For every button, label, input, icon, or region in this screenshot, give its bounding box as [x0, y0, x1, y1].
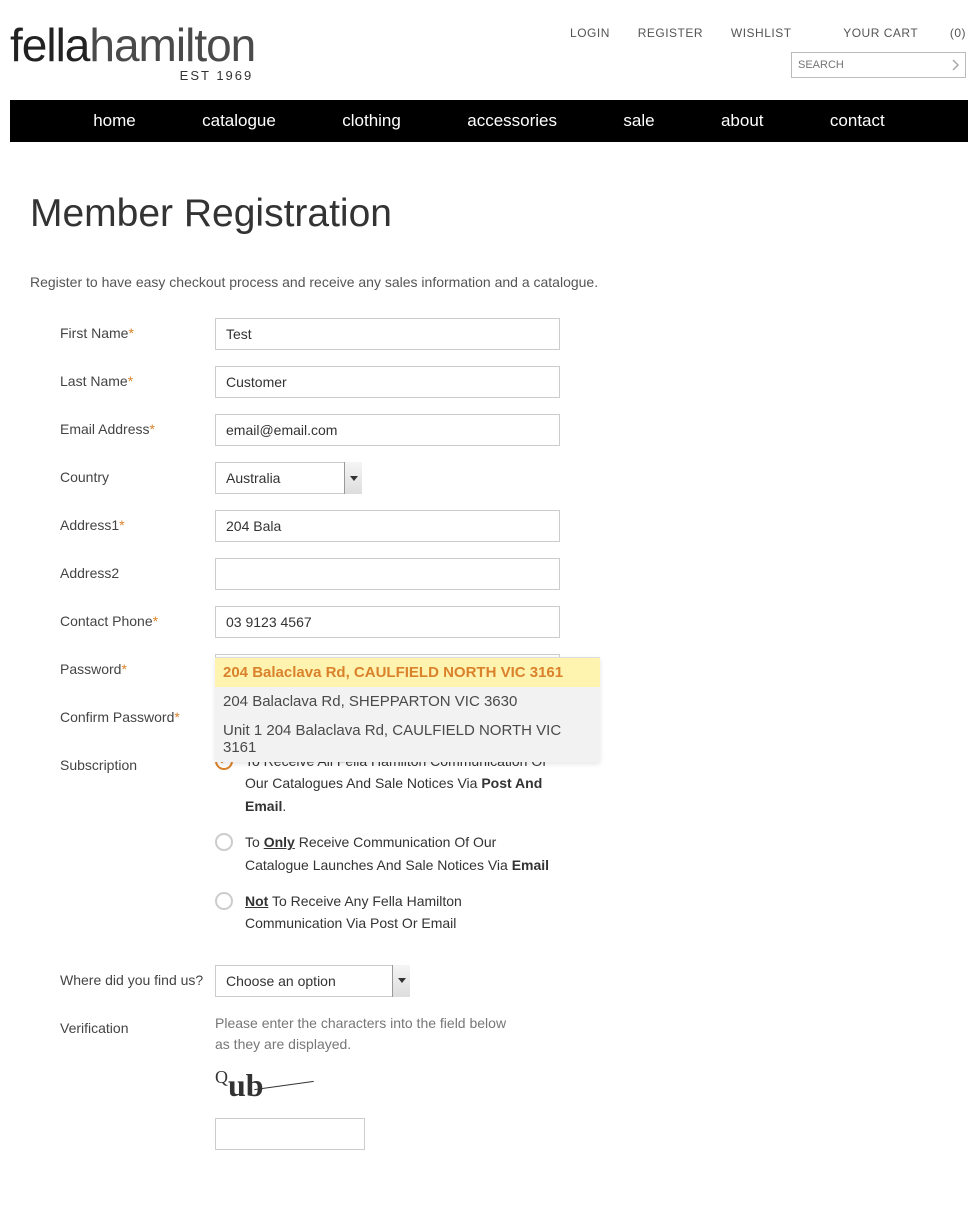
- phone-label: Contact Phone: [60, 613, 153, 629]
- logo-brand-light: hamilton: [89, 19, 255, 71]
- cart-count: (0): [950, 26, 966, 40]
- register-link[interactable]: REGISTER: [638, 26, 703, 40]
- verification-instructions: Please enter the characters into the fie…: [215, 1013, 515, 1055]
- address1-label: Address1: [60, 517, 119, 533]
- subscription-opt3-text: Not To Receive Any Fella Hamilton Commun…: [245, 890, 560, 935]
- last-name-label: Last Name: [60, 373, 128, 389]
- country-select[interactable]: Australia: [215, 462, 362, 494]
- main-content: Member Registration Register to have eas…: [0, 142, 978, 1206]
- autocomplete-item[interactable]: Unit 1 204 Balaclava Rd, CAULFIELD NORTH…: [215, 716, 600, 762]
- address-autocomplete-dropdown: 204 Balaclava Rd, CAULFIELD NORTH VIC 31…: [215, 657, 600, 762]
- nav-sale[interactable]: sale: [623, 111, 654, 131]
- autocomplete-item[interactable]: 204 Balaclava Rd, CAULFIELD NORTH VIC 31…: [215, 658, 600, 687]
- subscription-label: Subscription: [60, 757, 137, 773]
- captcha-input[interactable]: [215, 1118, 365, 1150]
- first-name-label: First Name: [60, 325, 128, 341]
- password-label: Password: [60, 661, 121, 677]
- nav-catalogue[interactable]: catalogue: [202, 111, 276, 131]
- top-links: LOGIN REGISTER WISHLIST YOUR CART (0): [546, 26, 966, 40]
- confirm-password-label: Confirm Password: [60, 709, 174, 725]
- logo[interactable]: fellahamilton EST 1969: [10, 18, 255, 83]
- subscription-radio-none[interactable]: [215, 892, 233, 910]
- first-name-input[interactable]: [215, 318, 560, 350]
- search-box: [791, 52, 966, 78]
- email-input[interactable]: [215, 414, 560, 446]
- login-link[interactable]: LOGIN: [570, 26, 610, 40]
- autocomplete-item[interactable]: 204 Balaclava Rd, SHEPPARTON VIC 3630: [215, 687, 600, 716]
- nav-clothing[interactable]: clothing: [342, 111, 401, 131]
- address2-label: Address2: [60, 565, 119, 581]
- logo-brand-bold: fella: [10, 19, 89, 71]
- last-name-input[interactable]: [215, 366, 560, 398]
- address2-input[interactable]: [215, 558, 560, 590]
- phone-input[interactable]: [215, 606, 560, 638]
- nav-accessories[interactable]: accessories: [467, 111, 557, 131]
- nav-about[interactable]: about: [721, 111, 764, 131]
- intro-text: Register to have easy checkout process a…: [30, 274, 948, 290]
- chevron-right-icon: [952, 59, 960, 71]
- search-button[interactable]: [946, 53, 965, 77]
- captcha-image: Qub: [215, 1067, 515, 1104]
- header: fellahamilton EST 1969 LOGIN REGISTER WI…: [0, 0, 978, 100]
- address1-input[interactable]: [215, 510, 560, 542]
- country-label: Country: [60, 469, 109, 485]
- wishlist-link[interactable]: WISHLIST: [731, 26, 791, 40]
- cart-link[interactable]: YOUR CART (0): [819, 26, 966, 40]
- subscription-radio-email[interactable]: [215, 833, 233, 851]
- verification-label: Verification: [60, 1020, 128, 1036]
- nav-home[interactable]: home: [93, 111, 136, 131]
- find-us-select[interactable]: Choose an option: [215, 965, 410, 997]
- search-input[interactable]: [792, 53, 946, 77]
- page-title: Member Registration: [30, 192, 948, 236]
- nav-contact[interactable]: contact: [830, 111, 885, 131]
- main-nav: home catalogue clothing accessories sale…: [10, 100, 968, 142]
- email-label: Email Address: [60, 421, 149, 437]
- find-us-label: Where did you find us?: [60, 972, 203, 988]
- subscription-opt2-text: To Only Receive Communication Of Our Cat…: [245, 831, 560, 876]
